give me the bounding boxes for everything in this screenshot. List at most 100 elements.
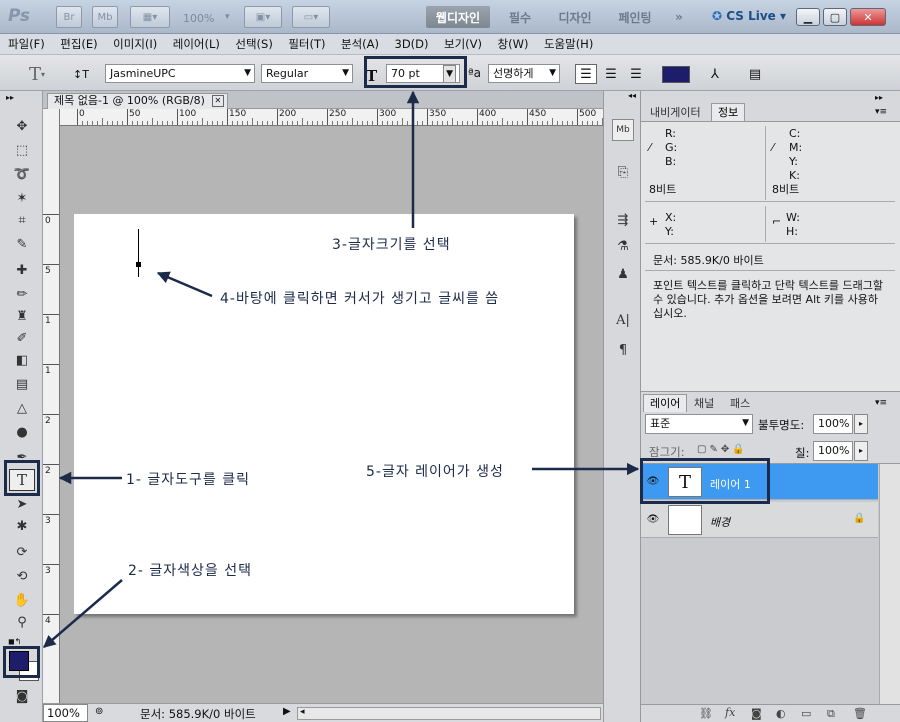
adjustments-panel-icon[interactable]: ⇶	[612, 209, 634, 231]
view-extras-button[interactable]: ▦▾	[130, 6, 170, 28]
blur-tool-icon[interactable]: △	[9, 397, 35, 419]
adjustment-layer-icon[interactable]: ◐	[776, 707, 786, 720]
fill-input[interactable]: 100%	[813, 441, 853, 461]
menu-view[interactable]: 보기(V)	[444, 36, 482, 52]
foreground-color-swatch[interactable]	[9, 651, 29, 671]
minibridge-button[interactable]: Mb	[92, 6, 118, 28]
history-brush-icon[interactable]: ✐	[9, 327, 35, 349]
eyedropper-icon[interactable]: ✎	[9, 233, 35, 255]
opacity-slider-button[interactable]: ▸	[854, 414, 868, 434]
menu-window[interactable]: 창(W)	[498, 36, 529, 52]
status-menu-arrow-icon[interactable]: ▶	[283, 706, 291, 717]
character-panel-icon[interactable]: A|	[612, 309, 634, 331]
history-panel-icon[interactable]: ⎘	[612, 161, 634, 183]
tool-preset-picker[interactable]: T ▾	[18, 64, 56, 85]
panel-menu-icon[interactable]: ▾≡	[875, 398, 887, 408]
menu-image[interactable]: 이미지(I)	[113, 36, 157, 52]
more-workspaces-icon[interactable]: »	[668, 6, 690, 28]
text-orientation-toggle[interactable]: ↕T	[70, 64, 92, 84]
layer-style-icon[interactable]: fx	[725, 706, 735, 719]
tab-channels[interactable]: 채널	[687, 394, 721, 412]
tab-navigator[interactable]: 내비게이터	[643, 103, 708, 121]
arrange-documents-button[interactable]: ▣▾	[244, 6, 282, 28]
menu-edit[interactable]: 편집(E)	[60, 36, 97, 52]
close-button[interactable]: ✕	[850, 8, 886, 26]
marquee-tool-icon[interactable]: ⬚	[9, 139, 35, 161]
menu-file[interactable]: 파일(F)	[8, 36, 45, 52]
gradient-tool-icon[interactable]: ▤	[9, 373, 35, 395]
cs-live-menu[interactable]: ✪ CS Live ▾	[712, 9, 786, 23]
move-tool-icon[interactable]: ✥	[9, 115, 35, 137]
fill-slider-button[interactable]: ▸	[854, 441, 868, 461]
hand-tool-icon[interactable]: ✋	[9, 589, 35, 611]
bridge-button[interactable]: Br	[56, 6, 82, 28]
align-left-button[interactable]: ☰	[575, 64, 597, 84]
panel-menu-icon[interactable]: ▾≡	[875, 107, 887, 117]
crop-tool-icon[interactable]: ⌗	[9, 209, 35, 231]
clone-source-panel-icon[interactable]: ♟	[612, 263, 634, 285]
antialias-select[interactable]: 선명하게 ▼	[488, 64, 560, 83]
brush-panel-icon[interactable]: ⚗	[612, 235, 634, 257]
screen-mode-button[interactable]: ▭▾	[292, 6, 330, 28]
dodge-tool-icon[interactable]: ●	[9, 421, 35, 443]
opacity-input[interactable]: 100%	[813, 414, 853, 434]
menu-select[interactable]: 선택(S)	[235, 36, 272, 52]
3d-rotate-icon[interactable]: ⟳	[9, 541, 35, 563]
eraser-icon[interactable]: ◧	[9, 349, 35, 371]
default-colors-icon[interactable]: ◼↰	[8, 637, 21, 646]
layer-row-background[interactable]: 👁 배경 🔒	[641, 502, 878, 538]
document-tab[interactable]: 제목 없음-1 @ 100% (RGB/8) ✕	[47, 93, 228, 109]
horizontal-scrollbar[interactable]: ◂	[297, 707, 601, 720]
clone-stamp-icon[interactable]: ♜	[9, 305, 35, 327]
align-right-button[interactable]: ☰	[625, 64, 647, 84]
paragraph-panel-icon[interactable]: ¶	[612, 339, 634, 361]
3d-orbit-icon[interactable]: ⟲	[9, 565, 35, 587]
font-family-select[interactable]: JasmineUPC ▼	[105, 64, 255, 83]
close-tab-icon[interactable]: ✕	[211, 95, 224, 107]
collapse-icon[interactable]: ▸▸	[6, 93, 14, 102]
menu-layer[interactable]: 레이어(L)	[173, 36, 220, 52]
maximize-button[interactable]: ▢	[823, 8, 847, 26]
minimize-button[interactable]: ▁	[796, 8, 820, 26]
document-canvas[interactable]	[74, 214, 574, 614]
workspace-painting[interactable]: 페인팅	[610, 6, 660, 28]
minibridge-panel-icon[interactable]: Mb	[612, 119, 634, 141]
tab-paths[interactable]: 패스	[723, 394, 757, 412]
menu-filter[interactable]: 필터(T)	[288, 36, 325, 52]
layers-scrollbar[interactable]	[879, 464, 900, 708]
tab-layers[interactable]: 레이어	[643, 394, 688, 412]
quick-mask-icon[interactable]: ◙	[9, 685, 35, 707]
new-layer-icon[interactable]: ⧉	[827, 707, 835, 721]
healing-brush-icon[interactable]: ✚	[9, 259, 35, 281]
shape-tool-icon[interactable]: ✱	[9, 515, 35, 537]
link-layers-icon[interactable]: ⛓	[699, 707, 713, 720]
lock-options-icons[interactable]: ▢✎✥🔒	[697, 444, 748, 455]
expand-panels-icon[interactable]: ◂◂	[628, 91, 636, 100]
brush-tool-icon[interactable]: ✏	[9, 283, 35, 305]
workspace-essentials[interactable]: 필수	[500, 6, 540, 28]
workspace-design[interactable]: 디자인	[550, 6, 600, 28]
menu-help[interactable]: 도움말(H)	[544, 36, 593, 52]
menu-analysis[interactable]: 분석(A)	[341, 36, 379, 52]
status-zoom-field[interactable]: 100%	[43, 704, 88, 722]
path-selection-icon[interactable]: ➤	[9, 493, 35, 515]
tab-info[interactable]: 정보	[711, 103, 746, 121]
workspace-web-design[interactable]: 웹디자인	[426, 6, 490, 28]
lasso-tool-icon[interactable]: ➰	[9, 163, 35, 185]
status-info-icon[interactable]: ⊚	[95, 706, 103, 717]
collapse-panel-icon[interactable]: ▸▸	[875, 93, 883, 102]
blend-mode-select[interactable]: 표준 ▼	[645, 414, 753, 434]
delete-layer-icon[interactable]: 🗑	[853, 707, 867, 720]
font-style-select[interactable]: Regular ▼	[261, 64, 353, 83]
visibility-eye-icon[interactable]: 👁	[645, 512, 661, 526]
warp-text-button[interactable]: ⅄	[704, 64, 726, 84]
zoom-level-select[interactable]: 100%	[183, 12, 214, 25]
zoom-chevron-icon[interactable]: ▾	[225, 12, 230, 22]
align-center-button[interactable]: ☰	[600, 64, 622, 84]
new-group-icon[interactable]: ▭	[801, 707, 811, 720]
magic-wand-icon[interactable]: ✶	[9, 187, 35, 209]
text-color-swatch[interactable]	[662, 66, 690, 83]
zoom-tool-icon[interactable]: ⚲	[9, 611, 35, 633]
layer-name[interactable]: 배경	[710, 514, 730, 530]
character-panel-button[interactable]: ▤	[744, 64, 766, 84]
